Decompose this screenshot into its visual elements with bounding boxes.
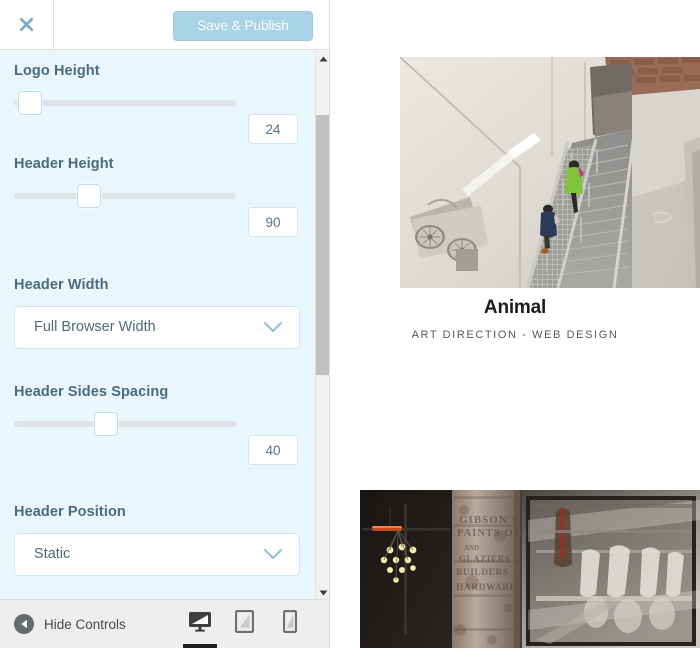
customizer-controls-body: Logo Height Header Height [0,50,329,600]
desktop-icon [188,611,212,637]
project-subtitle: ART DIRECTION - WEB DESIGN [411,329,619,341]
chevron-down-icon [263,548,283,566]
svg-text:GLAZIERS: GLAZIERS [459,554,510,564]
device-preview-switcher [177,600,312,648]
hide-controls-button[interactable]: Hide Controls [14,600,126,648]
chevron-down-icon [263,321,283,339]
scrollbar-down-button[interactable] [316,583,329,600]
slider-thumb[interactable] [18,91,42,115]
close-x-icon [18,16,35,33]
svg-text:HARDWARE: HARDWARE [456,583,516,593]
slider-thumb[interactable] [77,184,101,208]
slider-thumb[interactable] [94,412,118,436]
logo-height-slider[interactable] [14,91,236,115]
caret-up-icon [319,50,328,67]
control-label: Header Width [14,277,109,293]
header-sides-spacing-slider[interactable] [14,412,236,436]
device-tablet-button[interactable] [222,600,267,648]
caret-left-circle-icon [14,614,34,634]
controls-scroll-area: Logo Height Header Height [0,50,315,599]
mobile-icon [282,609,297,638]
header-position-select[interactable]: Static [14,533,300,576]
customizer-panel: Save & Publish Logo Height Header Height [0,0,330,648]
site-preview-pane[interactable]: Animal ART DIRECTION - WEB DESIGN GIBSON… [330,0,700,648]
control-label: Header Sides Spacing [14,384,169,400]
select-value: Full Browser Width [34,319,156,335]
slider-track [14,193,236,199]
customizer-footer: Hide Controls [0,599,329,648]
scrollbar-thumb[interactable] [316,115,329,375]
tablet-icon [234,609,255,638]
customizer-header: Save & Publish [0,0,329,50]
project-caption: Animal ART DIRECTION - WEB DESIGN [330,296,700,342]
header-height-slider[interactable] [14,184,236,208]
control-header-position: Header Position Static [14,503,300,576]
control-label: Header Height [14,156,114,172]
photo-staircase [400,57,700,288]
svg-text:BUILDERS: BUILDERS [456,568,509,578]
header-height-value-input[interactable] [248,207,298,237]
slider-track [14,100,236,106]
photo-storefront: GIBSON'S PAINTS OILS AND GLAZIERS BUILDE… [360,490,700,648]
save-and-publish-button[interactable]: Save & Publish [173,11,313,41]
control-header-height: Header Height [14,155,300,237]
logo-height-value-input[interactable] [248,114,298,144]
device-mobile-button[interactable] [267,600,312,648]
preview-image-staircase[interactable] [400,57,700,288]
svg-text:AND: AND [464,544,479,552]
project-title: Animal [483,297,547,318]
preview-image-storefront[interactable]: GIBSON'S PAINTS OILS AND GLAZIERS BUILDE… [360,490,700,648]
caret-down-icon [319,583,328,600]
select-value: Static [34,546,71,562]
svg-text:GIBSON'S: GIBSON'S [459,514,519,526]
control-header-sides-spacing: Header Sides Spacing [14,383,300,465]
customizer-app: Save & Publish Logo Height Header Height [0,0,700,648]
control-header-width: Header Width Full Browser Width [14,276,300,349]
control-label: Header Position [14,504,126,520]
header-sides-spacing-value-input[interactable] [248,435,298,465]
control-label: Logo Height [14,63,100,79]
slider-track [14,421,236,427]
header-width-select[interactable]: Full Browser Width [14,306,300,349]
device-desktop-button[interactable] [177,600,222,648]
hide-controls-label: Hide Controls [44,616,126,632]
controls-scrollbar[interactable] [315,50,329,600]
control-logo-height: Logo Height [14,62,300,144]
close-customizer-button[interactable] [0,0,54,49]
scrollbar-up-button[interactable] [316,50,329,67]
